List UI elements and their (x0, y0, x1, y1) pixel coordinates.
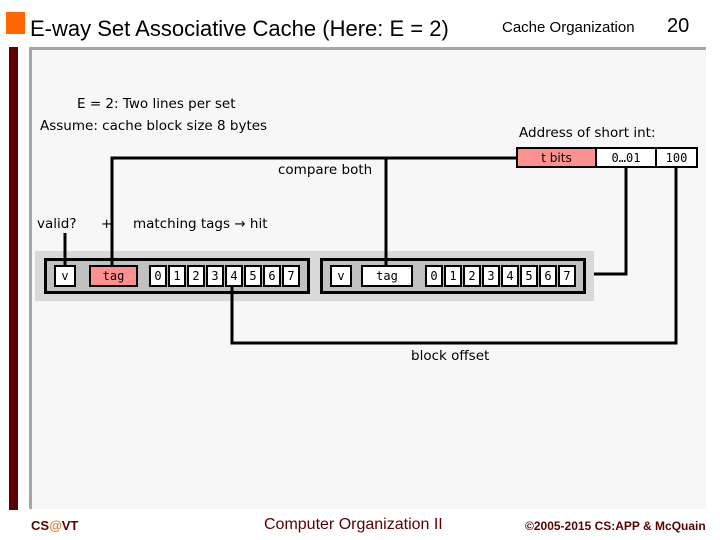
address-field-set-index: 0…01 (595, 147, 657, 168)
tag-cell: tag (361, 265, 413, 287)
byte-cell: 7 (282, 265, 300, 287)
address-field-tag-bits: t bits (516, 147, 597, 168)
address-label: Address of short int: (519, 125, 656, 141)
footer-left: CS@VT (31, 518, 78, 533)
byte-cell: 2 (463, 265, 481, 287)
byte-cell: 4 (501, 265, 519, 287)
block-offset-line (230, 166, 678, 345)
byte-cell: 6 (263, 265, 281, 287)
byte-cell: 1 (444, 265, 462, 287)
footer-left-cs: CS (31, 518, 50, 533)
byte-cell: 5 (244, 265, 262, 287)
set-index-line (594, 166, 628, 276)
matching-tags-hit-label: matching tags → hit (133, 216, 268, 232)
address-field-block-offset: 100 (655, 147, 698, 168)
footer-left-vt: VT (61, 518, 79, 533)
byte-cell: 3 (482, 265, 500, 287)
note-block-size: Assume: cache block size 8 bytes (40, 118, 268, 134)
tag-compare-line (384, 156, 518, 270)
footer-center: Computer Organization II (264, 516, 443, 533)
tag-cell: tag (89, 265, 138, 287)
plus-label: + (101, 216, 113, 232)
byte-cell: 0 (425, 265, 443, 287)
footer-right: ©2005-2015 CS:APP & McQuain (525, 519, 706, 533)
block-offset-label: block offset (411, 348, 490, 364)
byte-cell: 5 (520, 265, 538, 287)
byte-cell: 7 (558, 265, 576, 287)
note-two-lines-per-set: E = 2: Two lines per set (77, 96, 236, 112)
byte-cell: 4 (225, 265, 243, 287)
compare-both-label: compare both (278, 162, 373, 178)
footer-left-at: @ (49, 518, 62, 533)
valid-bit-cell: v (54, 265, 76, 287)
byte-cell: 2 (187, 265, 205, 287)
byte-cell: 6 (539, 265, 557, 287)
valid-label: valid? (37, 216, 77, 232)
byte-cell: 3 (206, 265, 224, 287)
byte-cell: 1 (168, 265, 186, 287)
valid-bit-cell: v (330, 265, 352, 287)
byte-cell: 0 (149, 265, 167, 287)
